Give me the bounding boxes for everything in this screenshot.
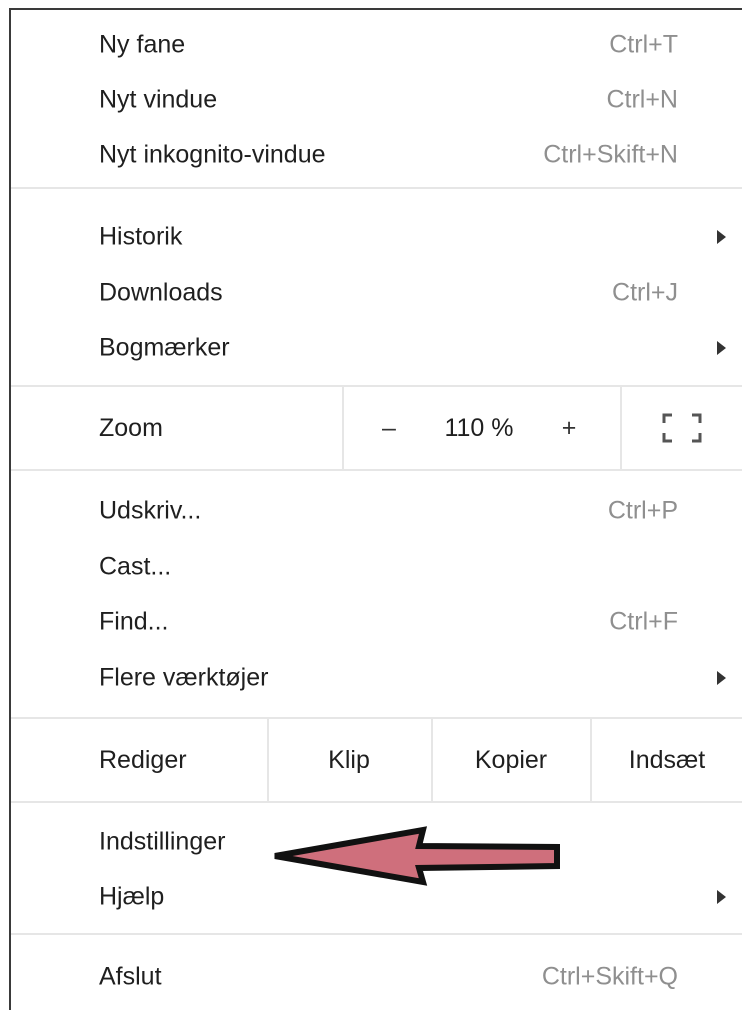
menu-item-label: Nyt vindue <box>99 85 218 114</box>
menu-item-downloads[interactable]: Downloads Ctrl+J <box>11 266 742 320</box>
edit-label: Rediger <box>99 745 187 774</box>
copy-button[interactable]: Kopier <box>433 719 589 801</box>
menu-item-new-incognito-window[interactable]: Nyt inkognito-vindue Ctrl+Skift+N <box>11 128 742 182</box>
zoom-out-button[interactable]: – <box>356 387 422 469</box>
menu-item-label: Ny fane <box>99 30 186 59</box>
zoom-level: 110 % <box>444 413 514 442</box>
cut-button[interactable]: Klip <box>269 719 429 801</box>
menu-item-shortcut: Ctrl+J <box>612 278 678 307</box>
menu-item-label: Historik <box>99 222 183 251</box>
menu-item-label: Cast... <box>99 552 172 581</box>
menu-item-cast[interactable]: Cast... <box>11 540 742 594</box>
menu-item-new-window[interactable]: Nyt vindue Ctrl+N <box>11 73 742 127</box>
menu-item-bookmarks[interactable]: Bogmærker <box>11 321 742 375</box>
menu-item-shortcut: Ctrl+Skift+N <box>543 140 678 169</box>
submenu-arrow-icon <box>717 890 726 904</box>
menu-item-history[interactable]: Historik <box>11 210 742 264</box>
menu-item-label: Afslut <box>99 962 162 991</box>
menu-item-label: Find... <box>99 607 169 636</box>
menu-item-more-tools[interactable]: Flere værktøjer <box>11 651 742 705</box>
menu-item-label: Hjælp <box>99 882 165 911</box>
menu-separator <box>11 801 742 803</box>
paste-button[interactable]: Indsæt <box>592 719 742 801</box>
menu-separator <box>11 933 742 935</box>
fullscreen-button[interactable] <box>622 387 742 469</box>
menu-item-label: Bogmærker <box>99 333 230 362</box>
zoom-in-button[interactable]: + <box>537 387 601 469</box>
menu-item-shortcut: Ctrl+N <box>606 85 678 114</box>
menu-item-label: Nyt inkognito-vindue <box>99 140 326 169</box>
menu-item-new-tab[interactable]: Ny fane Ctrl+T <box>11 18 742 72</box>
edit-row: Rediger Klip Kopier Indsæt <box>11 719 742 801</box>
menu-item-shortcut: Ctrl+P <box>607 496 678 525</box>
menu-item-exit[interactable]: Afslut Ctrl+Skift+Q <box>11 950 742 1004</box>
submenu-arrow-icon <box>717 341 726 355</box>
menu-item-label: Flere værktøjer <box>99 663 269 692</box>
zoom-label: Zoom <box>99 413 163 442</box>
menu-separator <box>11 187 742 189</box>
submenu-arrow-icon <box>717 671 726 685</box>
chrome-main-menu: Ny fane Ctrl+T Nyt vindue Ctrl+N Nyt ink… <box>9 8 742 1010</box>
left-arrow-icon <box>274 826 560 886</box>
menu-item-shortcut: Ctrl+T <box>609 30 678 59</box>
menu-item-find[interactable]: Find... Ctrl+F <box>11 595 742 649</box>
menu-separator <box>11 469 742 471</box>
fullscreen-icon <box>662 413 702 443</box>
menu-item-label: Downloads <box>99 278 223 307</box>
menu-item-shortcut: Ctrl+Skift+Q <box>541 962 678 991</box>
menu-item-print[interactable]: Udskriv... Ctrl+P <box>11 484 742 538</box>
menu-item-label: Udskriv... <box>99 496 202 525</box>
menu-item-label: Indstillinger <box>99 827 226 856</box>
zoom-row: Zoom – 110 % + <box>11 387 742 469</box>
submenu-arrow-icon <box>717 230 726 244</box>
zoom-divider <box>342 387 344 469</box>
menu-item-shortcut: Ctrl+F <box>609 607 678 636</box>
